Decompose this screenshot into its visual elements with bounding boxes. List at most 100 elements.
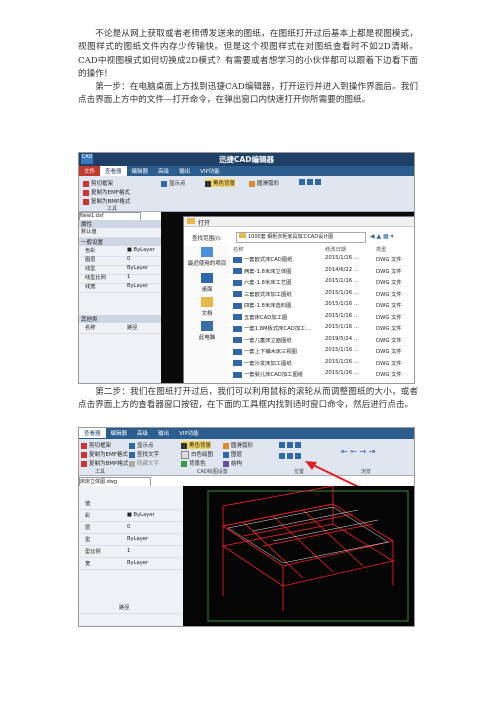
col-name[interactable]: 名称 (233, 245, 244, 253)
zoom-in-icon (299, 179, 305, 185)
file-row[interactable]: 一套儿童床立面图纸 2019/5/24 ... DWG 文件 (231, 335, 414, 345)
file-name: 六套-1.8米床工艺图 (244, 280, 292, 286)
dwg-file-icon (233, 360, 242, 366)
place-documents[interactable]: 文档 (184, 297, 230, 317)
copy-emf-button[interactable]: 复制为EMF格式 (83, 188, 130, 196)
dwg-file-icon (233, 325, 242, 332)
tools-group-label: 工具 (107, 206, 118, 212)
dwg-file-icon (233, 291, 242, 297)
file-date: 2015/1/16 ... (325, 324, 359, 330)
prop-row: 宽 ByLayer (79, 560, 183, 570)
prop-row: 线宽 ByLayer (79, 283, 161, 293)
file-row[interactable]: 两套-1.8米床立体图 2014/6/22 ... DWG 文件 (231, 266, 414, 276)
place-recent[interactable]: 最近使用的项目 (184, 247, 230, 267)
file-type: DWG 文件 (376, 257, 402, 263)
file-row[interactable]: 一套沙发床加工图纸 2015/1/16 ... DWG 文件 (231, 358, 414, 368)
file-name: 一套1.8M板式床CAD加工... (244, 326, 311, 332)
file-name: 一套欧式床CAD图纸 (244, 257, 293, 263)
file-type: DWG 文件 (376, 280, 402, 286)
places-bar: 最近使用的项目 桌面 文档 此电脑 (184, 245, 230, 383)
file-name: 一套沙发床加工图纸 (244, 360, 292, 367)
menu-output[interactable]: 输出 (174, 166, 195, 176)
app-logo-icon: CAD (81, 154, 93, 164)
other-section: 其他类 (79, 315, 161, 323)
place-this-pc[interactable]: 此电脑 (184, 321, 230, 341)
drawing-canvas[interactable] (183, 486, 414, 626)
step1-text: 第一步：在电脑桌面上方找到迅捷CAD编辑器，打开运行并进入到操作界面后。我们点击… (78, 82, 418, 106)
file-row[interactable]: 五套床CAD加工图 2015/1/16 ... DWG 文件 (231, 312, 414, 322)
folder-icon (239, 233, 246, 238)
file-row[interactable]: 六套-1.8米床工艺图 2015/1/16 ... DWG 文件 (231, 278, 414, 287)
col-type[interactable]: 类型 (376, 245, 387, 253)
file-name: 四套-1.8米床选料图 (244, 303, 292, 309)
dwg-file-icon (233, 348, 242, 355)
col-date[interactable]: 修改日期 (325, 245, 346, 253)
menu-editor[interactable]: 编辑器 (127, 166, 154, 176)
lookin-bar: 查找范围(I): 1000套 橱柜衣柜家具加工CAD设计图 ◀ ▲ ▦ ▾ (184, 231, 414, 243)
smooth-arc-button[interactable]: 圆滑弧形 (249, 179, 279, 187)
file-date: 2015/1/16 ... (325, 358, 359, 365)
file-date: 2015/1/16 ... (325, 312, 359, 319)
file-name: 五套床CAD加工图 (244, 314, 288, 321)
app-title: 迅捷CAD编辑器 (218, 155, 275, 164)
bed-drawing (207, 486, 409, 622)
file-type: DWG 文件 (376, 372, 402, 378)
file-name: 三套欧式床加工图纸 (244, 291, 292, 298)
app-titlebar: 迅捷CAD编辑器 CAD (79, 153, 414, 166)
dwg-file-icon (233, 371, 242, 378)
black-bg-button[interactable]: 黑色背景 (205, 179, 236, 187)
menu-advanced[interactable]: 高级 (153, 166, 174, 176)
dwg-file-icon (233, 302, 242, 309)
lookin-dropdown[interactable]: 1000套 橱柜衣柜家具加工CAD设计图 (236, 232, 366, 243)
zoom-tools[interactable] (299, 179, 323, 186)
documents-icon (201, 297, 213, 307)
step2-paragraph: 第二步：我们在图纸打开过后，我们可以利用鼠标的滚轮从而调整图纸的大小，或者点击界… (78, 386, 418, 413)
step2-text: 第二步：我们在图纸打开过后，我们可以利用鼠标的滚轮从而调整图纸的大小，或者点击界… (78, 387, 418, 411)
file-row[interactable]: 一套婴儿床CAD加工图纸 2015/1/16 ... DWG 文件 (231, 370, 414, 379)
clip-frame-button[interactable]: 剪切框架 (83, 179, 113, 187)
show-points-button[interactable]: 显示点 (161, 179, 186, 187)
menu-viewer[interactable]: 查看器 (100, 166, 127, 176)
file-row[interactable]: 三套欧式床加工图纸 2015/1/16 ... DWG 文件 (231, 289, 414, 299)
file-row[interactable]: 一套欧式床CAD图纸 2015/1/16 ... DWG 文件 (231, 255, 414, 264)
place-desktop[interactable]: 桌面 (184, 273, 230, 293)
open-folder-icon (187, 218, 195, 224)
screenshot-viewer-ribbon: 查看器 编辑器 高级 输出 VIP功能 剪切框架 复制为EMF格式 复制为BMP格式 显… (78, 427, 415, 627)
star-folder-icon (201, 247, 213, 257)
intro-text: 不论是从网上获取或者老师傅发送来的图纸，在图纸打开过后基本上都是视图模式，视图样… (78, 29, 418, 79)
file-date: 2015/1/16 ... (325, 289, 359, 296)
file-type: DWG 文件 (376, 360, 402, 367)
file-list: 名称 修改日期 类型 一套欧式床CAD图纸 2015/1/16 ... DWG 文件… (231, 245, 414, 383)
desktop-icon (201, 273, 213, 283)
arc-icon (249, 180, 255, 187)
screenshot-open-dialog: 迅捷CAD编辑器 CAD 文件 查看器 编辑器 高级 输出 VIP功能 剪切框架 复制为E… (78, 152, 415, 384)
file-date: 2014/6/22 ... (325, 266, 359, 273)
prop-row: 彩 ■ ByLayer (79, 512, 183, 522)
file-row[interactable]: 一套1.8M板式床CAD加工... 2015/1/16 ... DWG 文件 (231, 324, 414, 333)
intro-paragraph: 不论是从网上获取或者老师傅发送来的图纸，在图纸打开过后基本上都是视图模式，视图样… (78, 28, 418, 108)
copy-bmp-button[interactable]: 复制为BMP格式 (83, 197, 130, 205)
computer-icon (201, 321, 213, 331)
file-date: 2019/5/24 ... (325, 335, 359, 342)
prop-row: 型比例 1 (79, 548, 183, 558)
menu-file[interactable]: 文件 (79, 166, 101, 176)
menu-bar: 文件 查看器 编辑器 高级 输出 VIP功能 (79, 166, 414, 176)
file-date: 2015/1/16 ... (325, 370, 359, 376)
lookin-label: 查找范围(I): (192, 236, 222, 242)
file-name: 一套婴儿床CAD加工图纸 (244, 372, 304, 378)
file-type: DWG 文件 (376, 291, 402, 298)
properties-panel: 属性 默认值 一般设置 色彩 ■ ByLayer 图层 0 线型 ByLayer 线型… (79, 220, 162, 383)
prop-row: 型 ByLayer (79, 536, 183, 546)
file-row[interactable]: 四套-1.8米床选料图 2015/1/16 ... DWG 文件 (231, 301, 414, 310)
general-section: 一般设置 (79, 238, 161, 246)
dwg-file-icon (233, 314, 242, 320)
nav-buttons[interactable]: ◀ ▲ ▦ ▾ (370, 233, 394, 240)
menu-vip[interactable]: VIP功能 (195, 166, 225, 176)
properties-panel: 值 彩 ■ ByLayer 层0 型 ByLayer 型比例 1 宽 ByLayer 路… (79, 486, 184, 626)
default-row: 默认值 (79, 228, 161, 238)
file-row[interactable]: 一套上下铺木床三视图 2015/1/16 ... DWG 文件 (231, 347, 414, 356)
file-type: DWG 文件 (376, 314, 402, 321)
scissors-icon (83, 180, 89, 187)
open-file-dialog: 打开 查找范围(I): 1000套 橱柜衣柜家具加工CAD设计图 ◀ ▲ ▦ ▾… (183, 216, 414, 383)
file-type: DWG 文件 (376, 326, 402, 332)
